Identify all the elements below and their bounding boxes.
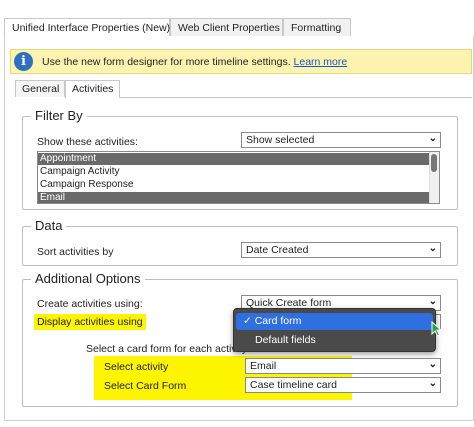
list-item-email[interactable]: Email [38,192,430,203]
tab-general[interactable]: General [15,80,65,97]
tab-formatting[interactable]: Formatting [283,18,351,37]
learn-more-link[interactable]: Learn more [294,56,348,68]
create-activities-label: Create activities using: [37,298,143,310]
select-activity-label: Select activity [104,361,169,373]
info-message: Use the new form designer for more timel… [42,56,291,68]
filter-by-legend: Filter By [31,108,87,123]
select-card-form-value: Case timeline card [250,379,337,391]
select-activity-value: Email [250,360,277,372]
list-item-campaign-response[interactable]: Campaign Response [38,179,430,191]
option-card-form[interactable]: ✓ Card form [236,313,433,330]
data-legend: Data [31,218,67,233]
chevron-down-icon: ⌄ [428,359,437,370]
select-activity-select[interactable]: Email ⌄ [245,358,441,374]
option-default-fields[interactable]: Default fields [236,332,433,349]
mouse-pointer-icon [431,321,443,337]
list-item-campaign-activity[interactable]: Campaign Activity [38,166,430,178]
show-activities-select[interactable]: Show selected ⌄ [241,132,441,148]
scrollbar-thumb[interactable] [431,154,437,172]
inner-tab-divider [120,97,472,98]
option-card-form-label: Card form [254,315,302,327]
list-item-appointment[interactable]: Appointment [38,153,430,165]
additional-options-legend: Additional Options [31,271,145,286]
chevron-down-icon: ⌄ [428,378,437,389]
card-form-prompt: Select a card form for each activity [86,343,248,355]
select-card-form-select[interactable]: Case timeline card ⌄ [245,377,441,393]
sort-activities-value: Date Created [246,244,309,256]
chevron-down-icon: ⌄ [428,243,437,254]
select-card-form-label: Select Card Form [104,380,187,392]
display-dropdown-menu: ✓ Card form Default fields [233,308,436,352]
tab-web-client-properties[interactable]: Web Client Properties [170,18,283,37]
show-activities-value: Show selected [246,134,315,146]
tab-activities[interactable]: Activities [65,80,120,98]
show-activities-label: Show these activities: [37,136,138,148]
display-activities-label: Display activities using [34,314,146,330]
listbox-scrollbar[interactable] [429,152,439,203]
checkmark-icon: ✓ [243,315,255,327]
activities-listbox[interactable]: Appointment Campaign Activity Campaign R… [37,151,440,204]
info-icon: i [14,52,33,71]
tab-unified-interface-properties[interactable]: Unified Interface Properties (New) [4,18,170,38]
sort-activities-label: Sort activities by [37,246,114,258]
sort-activities-select[interactable]: Date Created ⌄ [241,242,441,258]
top-tab-strip: Unified Interface Properties (New) Web C… [0,0,474,38]
info-text: Use the new form designer for more timel… [42,56,347,68]
chevron-down-icon: ⌄ [428,296,437,307]
info-bar: i Use the new form designer for more tim… [10,49,472,74]
chevron-down-icon: ⌄ [428,133,437,144]
